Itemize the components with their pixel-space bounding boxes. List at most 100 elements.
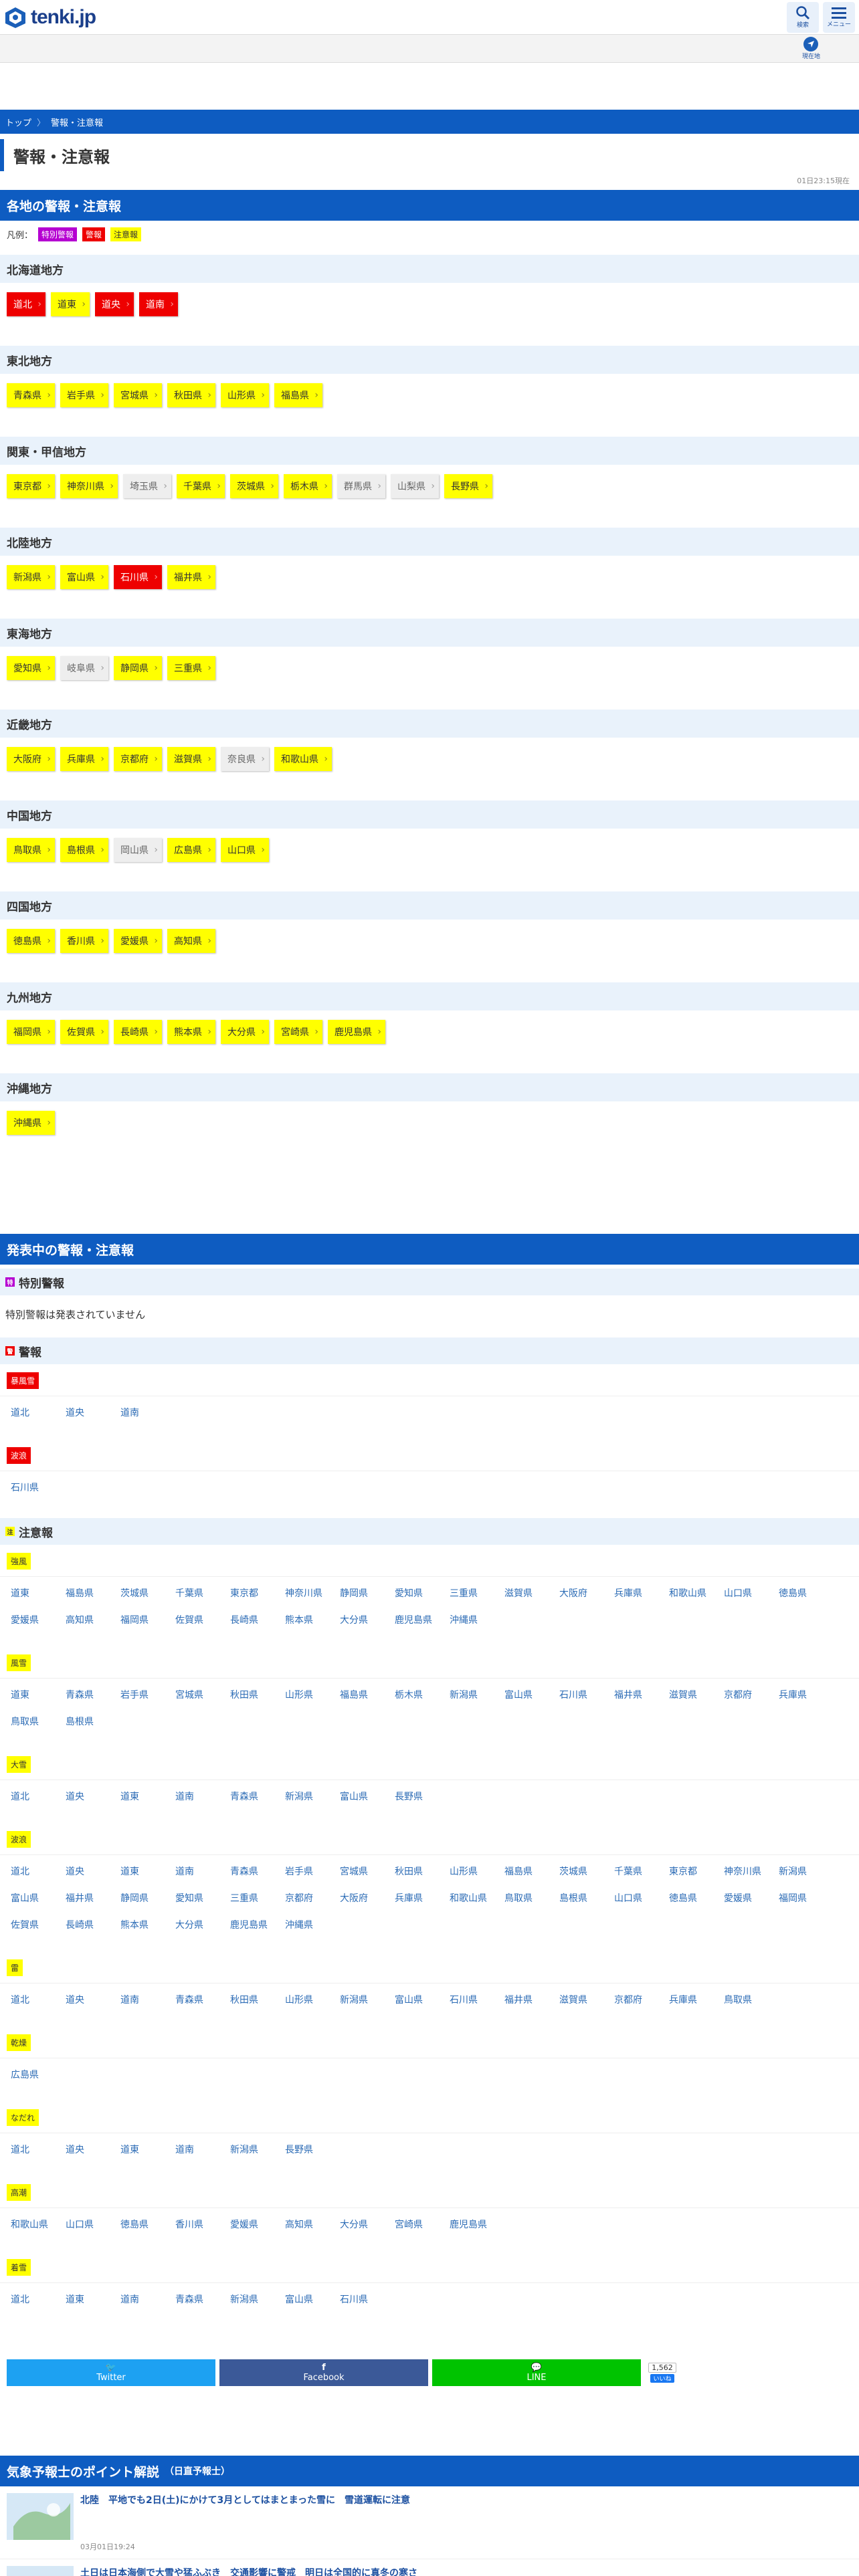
prefecture-chip[interactable]: 東京都 xyxy=(7,474,55,498)
area-link[interactable]: 石川県 xyxy=(450,1993,498,2006)
area-link[interactable]: 三重県 xyxy=(230,1891,278,1905)
area-link[interactable]: 高知県 xyxy=(285,2218,333,2231)
area-link[interactable]: 道東 xyxy=(120,2143,169,2156)
area-link[interactable]: 道央 xyxy=(66,2143,114,2156)
area-link[interactable]: 秋田県 xyxy=(395,1864,443,1878)
area-link[interactable]: 道央 xyxy=(66,1406,114,1419)
area-link[interactable]: 宮崎県 xyxy=(395,2218,443,2231)
prefecture-chip[interactable]: 道北 xyxy=(7,292,45,316)
area-link[interactable]: 鹿児島県 xyxy=(395,1613,443,1626)
area-link[interactable]: 福井県 xyxy=(66,1891,114,1905)
area-link[interactable]: 京都府 xyxy=(724,1688,772,1701)
area-link[interactable]: 新潟県 xyxy=(779,1864,827,1878)
prefecture-chip[interactable]: 京都府 xyxy=(114,747,162,771)
area-link[interactable]: 鳥取県 xyxy=(504,1891,553,1905)
prefecture-chip[interactable]: 福岡県 xyxy=(7,1020,55,1044)
prefecture-chip[interactable]: 鳥取県 xyxy=(7,838,55,862)
site-logo[interactable]: tenki.jp xyxy=(4,6,96,29)
area-link[interactable]: 富山県 xyxy=(285,2292,333,2306)
prefecture-chip[interactable]: 熊本県 xyxy=(167,1020,215,1044)
area-link[interactable]: 道央 xyxy=(66,1864,114,1878)
prefecture-chip[interactable]: 島根県 xyxy=(60,838,108,862)
prefecture-chip[interactable]: 和歌山県 xyxy=(274,747,332,771)
area-link[interactable]: 岩手県 xyxy=(285,1864,333,1878)
prefecture-chip[interactable]: 山口県 xyxy=(221,838,269,862)
area-link[interactable]: 滋賀県 xyxy=(559,1993,607,2006)
area-link[interactable]: 山形県 xyxy=(285,1993,333,2006)
area-link[interactable]: 兵庫県 xyxy=(395,1891,443,1905)
area-link[interactable]: 福島県 xyxy=(340,1688,388,1701)
area-link[interactable]: 熊本県 xyxy=(120,1918,169,1931)
area-link[interactable]: 新潟県 xyxy=(450,1688,498,1701)
area-link[interactable]: 大分県 xyxy=(340,2218,388,2231)
prefecture-chip[interactable]: 宮城県 xyxy=(114,383,162,407)
area-link[interactable]: 青森県 xyxy=(66,1688,114,1701)
area-link[interactable]: 福島県 xyxy=(504,1864,553,1878)
area-link[interactable]: 和歌山県 xyxy=(11,2218,59,2231)
area-link[interactable]: 長崎県 xyxy=(66,1918,114,1931)
area-link[interactable]: 福岡県 xyxy=(779,1891,827,1905)
area-link[interactable]: 富山県 xyxy=(395,1993,443,2006)
prefecture-chip[interactable]: 滋賀県 xyxy=(167,747,215,771)
area-link[interactable]: 青森県 xyxy=(230,1864,278,1878)
area-link[interactable]: 大阪府 xyxy=(340,1891,388,1905)
prefecture-chip[interactable]: 奈良県 xyxy=(221,747,269,771)
prefecture-chip[interactable]: 石川県 xyxy=(114,565,162,589)
area-link[interactable]: 青森県 xyxy=(175,2292,223,2306)
area-link[interactable]: 広島県 xyxy=(11,2068,59,2081)
area-link[interactable]: 福岡県 xyxy=(120,1613,169,1626)
area-link[interactable]: 大阪府 xyxy=(559,1586,607,1600)
prefecture-chip[interactable]: 静岡県 xyxy=(114,656,162,680)
area-link[interactable]: 愛媛県 xyxy=(230,2218,278,2231)
article-title[interactable]: 土日は日本海側で大雪や猛ふぶき 交通影響に警戒 明日は全国的に真冬の寒さ xyxy=(80,2566,417,2576)
area-link[interactable]: 長崎県 xyxy=(230,1613,278,1626)
prefecture-chip[interactable]: 茨城県 xyxy=(230,474,278,498)
area-link[interactable]: 道北 xyxy=(11,1790,59,1803)
area-link[interactable]: 愛媛県 xyxy=(11,1613,59,1626)
area-link[interactable]: 青森県 xyxy=(175,1993,223,2006)
area-link[interactable]: 道北 xyxy=(11,2143,59,2156)
area-link[interactable]: 徳島県 xyxy=(779,1586,827,1600)
area-link[interactable]: 茨城県 xyxy=(559,1864,607,1878)
area-link[interactable]: 岩手県 xyxy=(120,1688,169,1701)
area-link[interactable]: 愛知県 xyxy=(395,1586,443,1600)
prefecture-chip[interactable]: 高知県 xyxy=(167,929,215,953)
area-link[interactable]: 高知県 xyxy=(66,1613,114,1626)
prefecture-chip[interactable]: 大阪府 xyxy=(7,747,55,771)
area-link[interactable]: 富山県 xyxy=(340,1790,388,1803)
area-link[interactable]: 秋田県 xyxy=(230,1993,278,2006)
prefecture-chip[interactable]: 愛媛県 xyxy=(114,929,162,953)
area-link[interactable]: 島根県 xyxy=(66,1715,114,1728)
area-link[interactable]: 道南 xyxy=(120,1993,169,2006)
like-counter[interactable]: 1,562 いいね xyxy=(645,2359,680,2386)
prefecture-chip[interactable]: 道南 xyxy=(139,292,178,316)
kisho-article[interactable]: 北陸 平地でも2日(土)にかけて3月としてはまとまった雪に 雪道運転に注意 03月… xyxy=(0,2486,859,2559)
area-link[interactable]: 鳥取県 xyxy=(724,1993,772,2006)
prefecture-chip[interactable]: 愛知県 xyxy=(7,656,55,680)
area-link[interactable]: 道南 xyxy=(175,2143,223,2156)
area-link[interactable]: 茨城県 xyxy=(120,1586,169,1600)
area-link[interactable]: 福島県 xyxy=(66,1586,114,1600)
area-link[interactable]: 道東 xyxy=(120,1864,169,1878)
prefecture-chip[interactable]: 秋田県 xyxy=(167,383,215,407)
area-link[interactable]: 静岡県 xyxy=(340,1586,388,1600)
prefecture-chip[interactable]: 青森県 xyxy=(7,383,55,407)
area-link[interactable]: 千葉県 xyxy=(614,1864,662,1878)
area-link[interactable]: 道東 xyxy=(66,2292,114,2306)
area-link[interactable]: 熊本県 xyxy=(285,1613,333,1626)
prefecture-chip[interactable]: 香川県 xyxy=(60,929,108,953)
prefecture-chip[interactable]: 佐賀県 xyxy=(60,1020,108,1044)
area-link[interactable]: 神奈川県 xyxy=(285,1586,333,1600)
prefecture-chip[interactable]: 広島県 xyxy=(167,838,215,862)
prefecture-chip[interactable]: 群馬県 xyxy=(337,474,385,498)
area-link[interactable]: 大分県 xyxy=(340,1613,388,1626)
menu-button[interactable]: メニュー xyxy=(823,1,855,33)
area-link[interactable]: 佐賀県 xyxy=(175,1613,223,1626)
prefecture-chip[interactable]: 岩手県 xyxy=(60,383,108,407)
area-link[interactable]: 道南 xyxy=(175,1790,223,1803)
area-link[interactable]: 佐賀県 xyxy=(11,1918,59,1931)
prefecture-chip[interactable]: 富山県 xyxy=(60,565,108,589)
area-link[interactable]: 新潟県 xyxy=(340,1993,388,2006)
area-link[interactable]: 道央 xyxy=(66,1993,114,2006)
area-link[interactable]: 兵庫県 xyxy=(669,1993,717,2006)
